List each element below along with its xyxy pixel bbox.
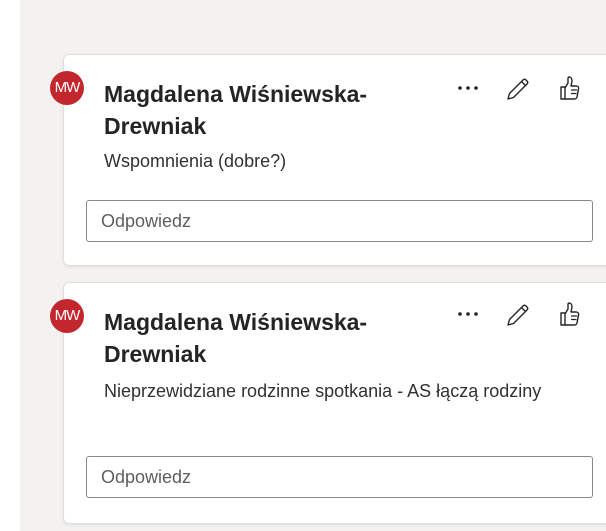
comment-text: Wspomnienia (dobre?) [104, 151, 287, 171]
more-options-icon[interactable] [455, 301, 483, 329]
thumbs-up-icon[interactable] [555, 301, 583, 329]
comment-author: Magdalena Wiśniewska-Drewniak [104, 81, 368, 139]
thumbs-up-icon[interactable] [555, 75, 583, 103]
reply-input[interactable] [86, 456, 593, 498]
comment-author: Magdalena Wiśniewska-Drewniak [104, 309, 368, 367]
avatar: MW [50, 299, 84, 333]
pencil-icon[interactable] [504, 301, 532, 329]
more-options-icon[interactable] [455, 75, 483, 103]
pencil-icon[interactable] [504, 75, 532, 103]
reply-input[interactable] [86, 200, 593, 242]
avatar: MW [50, 71, 84, 105]
comment-text: Nieprzewidziane rodzinne spotkania - AS … [104, 381, 542, 401]
